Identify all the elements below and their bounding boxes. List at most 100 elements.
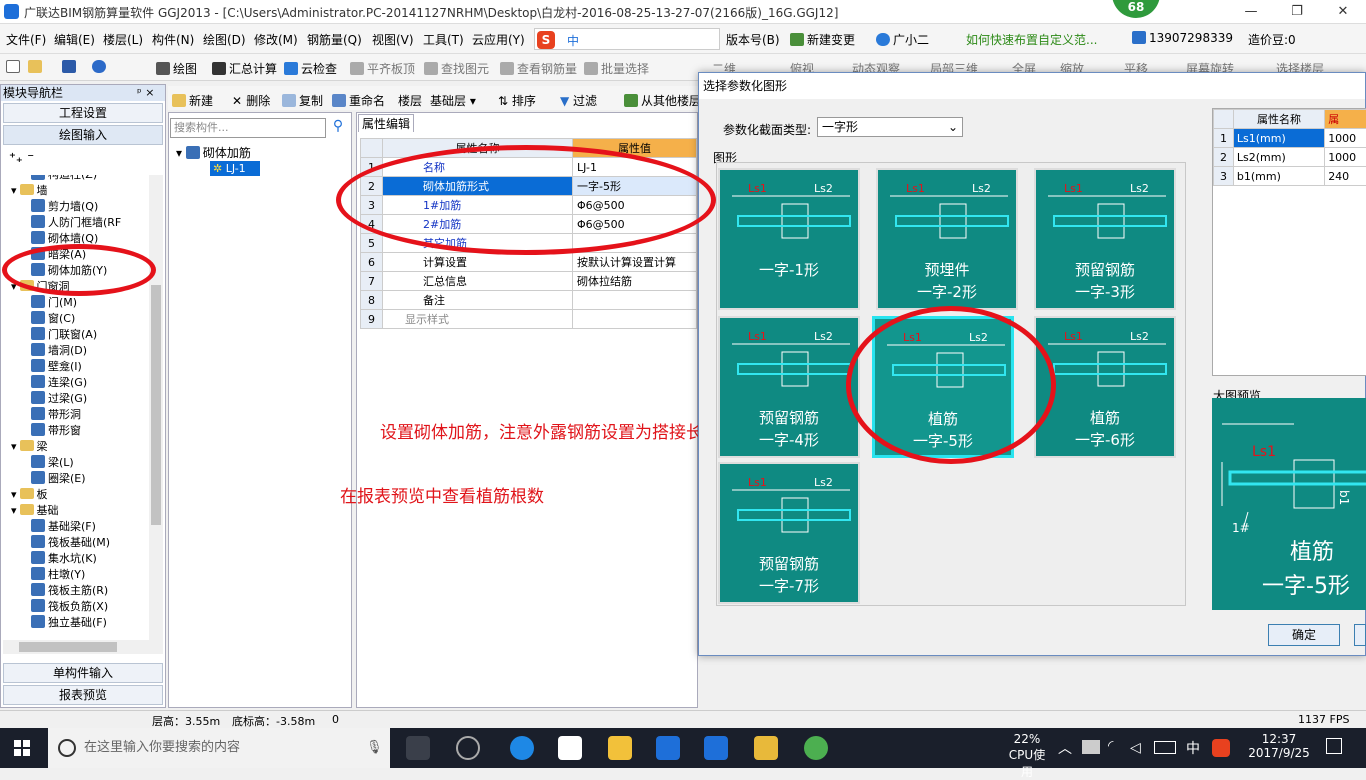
clock[interactable]: 12:372017/9/25 (1246, 732, 1312, 760)
open-folder-icon[interactable] (28, 60, 45, 74)
menu-edit[interactable]: 编辑(E) (54, 31, 95, 48)
menu-rebar-qty[interactable]: 钢筋量(Q) (307, 31, 362, 48)
task-view-icon[interactable] (406, 736, 430, 760)
tree-folder[interactable]: ▾墙 (11, 183, 48, 199)
copy-from-floor-button[interactable]: 从其他楼层 (624, 92, 701, 109)
sum-calc-button[interactable]: 汇总计算 (212, 60, 277, 77)
tree-item[interactable]: 带形窗 (31, 423, 81, 439)
find-element-button[interactable]: 查找图元 (424, 60, 489, 77)
tree-item[interactable]: 筏板负筋(X) (31, 599, 108, 615)
keyboard-icon[interactable] (1154, 741, 1176, 754)
property-value[interactable]: 按默认计算设置计算 (573, 253, 697, 272)
component-tree-root[interactable]: ▾ 砌体加筋 (176, 144, 251, 161)
tree-item[interactable]: 构造柱(Z) (31, 175, 97, 183)
wifi-icon[interactable]: ◜ (1108, 738, 1113, 754)
tree-item[interactable]: 圈梁(E) (31, 471, 86, 487)
view-rebar-button[interactable]: 查看钢筋量 (500, 60, 577, 77)
guangxiaoer-button[interactable]: 广小二 (876, 31, 929, 48)
menu-floor[interactable]: 楼层(L) (103, 31, 143, 48)
menu-modify[interactable]: 修改(M) (254, 31, 298, 48)
section-type-select[interactable]: 一字形 ⌄ (817, 117, 963, 137)
property-row[interactable]: 9显示样式 (361, 310, 697, 329)
flat-top-button[interactable]: 平齐板顶 (350, 60, 415, 77)
floor-select[interactable]: 基础层 ▾ (430, 92, 476, 109)
shape-tile[interactable]: Ls1Ls2一字-1形 (718, 168, 860, 310)
component-search-input[interactable]: 搜索构件... (170, 118, 326, 138)
undo-icon[interactable] (92, 60, 109, 74)
param-row[interactable]: 1Ls1(mm)1000 (1214, 129, 1366, 148)
tab-property-edit[interactable]: 属性编辑 (358, 114, 414, 132)
tree-item[interactable]: 独立基础(F) (31, 615, 107, 631)
param-value[interactable]: 240 (1325, 167, 1366, 186)
param-row[interactable]: 3b1(mm)240 (1214, 167, 1366, 186)
menu-draw[interactable]: 绘图(D) (203, 31, 246, 48)
batch-select-button[interactable]: 批量选择 (584, 60, 649, 77)
tree-item[interactable]: 基础梁(F) (31, 519, 96, 535)
menu-view[interactable]: 视图(V) (372, 31, 414, 48)
volume-icon[interactable]: ◁ (1130, 740, 1141, 756)
tree-item[interactable]: 筏板主筋(R) (31, 583, 108, 599)
cloud-check-button[interactable]: 云检查 (284, 60, 337, 77)
menu-version[interactable]: 版本号(B) (726, 31, 780, 48)
tray-app-icon[interactable] (1082, 740, 1100, 754)
tree-item[interactable]: 墙洞(D) (31, 343, 87, 359)
notification-center-icon[interactable] (1326, 738, 1342, 754)
expand-arrow-icon[interactable]: ▾ (11, 184, 17, 197)
store-icon[interactable] (558, 736, 582, 760)
chevron-up-icon[interactable]: ︿ (1058, 738, 1072, 758)
tree-horizontal-scrollbar[interactable] (3, 640, 163, 654)
glodon-app-icon[interactable] (656, 736, 680, 760)
tree-item[interactable]: 壁龛(I) (31, 359, 82, 375)
save-icon[interactable] (62, 60, 79, 74)
close-button[interactable]: ✕ (1320, 0, 1366, 24)
cancel-button[interactable] (1354, 624, 1366, 646)
param-row[interactable]: 2Ls2(mm)1000 (1214, 148, 1366, 167)
ime-toolbar[interactable]: S 中 (534, 28, 720, 50)
property-row[interactable]: 6计算设置按默认计算设置计算 (361, 253, 697, 272)
tree-folder[interactable]: ▾板 (11, 487, 48, 503)
engineering-settings-button[interactable]: 工程设置 (3, 103, 163, 123)
tree-item[interactable]: 筏板基础(M) (31, 535, 110, 551)
draw-button[interactable]: 绘图 (156, 60, 197, 77)
ok-button[interactable]: 确定 (1268, 624, 1340, 646)
expand-arrow-icon[interactable]: ▾ (11, 488, 17, 501)
menu-tools[interactable]: 工具(T) (423, 31, 464, 48)
tree-folder[interactable]: ▾梁 (11, 439, 48, 455)
tree-item[interactable]: 柱墩(Y) (31, 567, 85, 583)
minimize-button[interactable]: — (1228, 0, 1274, 24)
menu-cloud[interactable]: 云应用(Y) (472, 31, 525, 48)
copy-button[interactable]: 复制 (282, 92, 323, 109)
param-value[interactable]: 1000 (1325, 148, 1366, 167)
account-button[interactable]: 13907298339 (1132, 31, 1233, 45)
tree-item[interactable]: 剪力墙(Q) (31, 199, 98, 215)
menu-file[interactable]: 文件(F) (6, 31, 46, 48)
property-value[interactable] (573, 310, 697, 329)
filter-button[interactable]: ▼ 过滤 (560, 92, 597, 109)
menu-component[interactable]: 构件(N) (152, 31, 194, 48)
draw-input-button[interactable]: 绘图输入 (3, 125, 163, 145)
property-value[interactable]: 砌体拉结筋 (573, 272, 697, 291)
nav-pin-close[interactable]: ᵖ × (137, 86, 154, 99)
tree-item[interactable]: 梁(L) (31, 455, 74, 471)
tree-item[interactable]: 窗(C) (31, 311, 75, 327)
glodon-tool-icon[interactable] (704, 736, 728, 760)
report-preview-button[interactable]: 报表预览 (3, 685, 163, 705)
sort-button[interactable]: ⇅ 排序 (498, 92, 536, 109)
component-item-lj1[interactable]: ✲ LJ-1 (210, 161, 260, 176)
tree-item[interactable]: 集水坑(K) (31, 551, 97, 567)
file-explorer-icon[interactable] (608, 736, 632, 760)
property-row[interactable]: 7汇总信息砌体拉结筋 (361, 272, 697, 291)
search-icon[interactable]: ⚲ (328, 118, 348, 138)
tree-item[interactable]: 门联窗(A) (31, 327, 97, 343)
tree-item[interactable]: 连梁(G) (31, 375, 87, 391)
shape-tile[interactable]: Ls1Ls2预留钢筋一字-4形 (718, 316, 860, 458)
new-change-button[interactable]: 新建变更 (790, 31, 855, 48)
browser-360-icon[interactable] (804, 736, 828, 760)
single-component-input-button[interactable]: 单构件输入 (3, 663, 163, 683)
new-file-icon[interactable] (6, 60, 23, 74)
edge-browser-icon[interactable] (510, 736, 534, 760)
tree-item[interactable]: 门(M) (31, 295, 77, 311)
delete-button[interactable]: ✕ 删除 (232, 92, 270, 109)
expand-arrow-icon[interactable]: ▾ (11, 504, 17, 517)
tree-item[interactable]: 人防门框墙(RF (31, 215, 121, 231)
